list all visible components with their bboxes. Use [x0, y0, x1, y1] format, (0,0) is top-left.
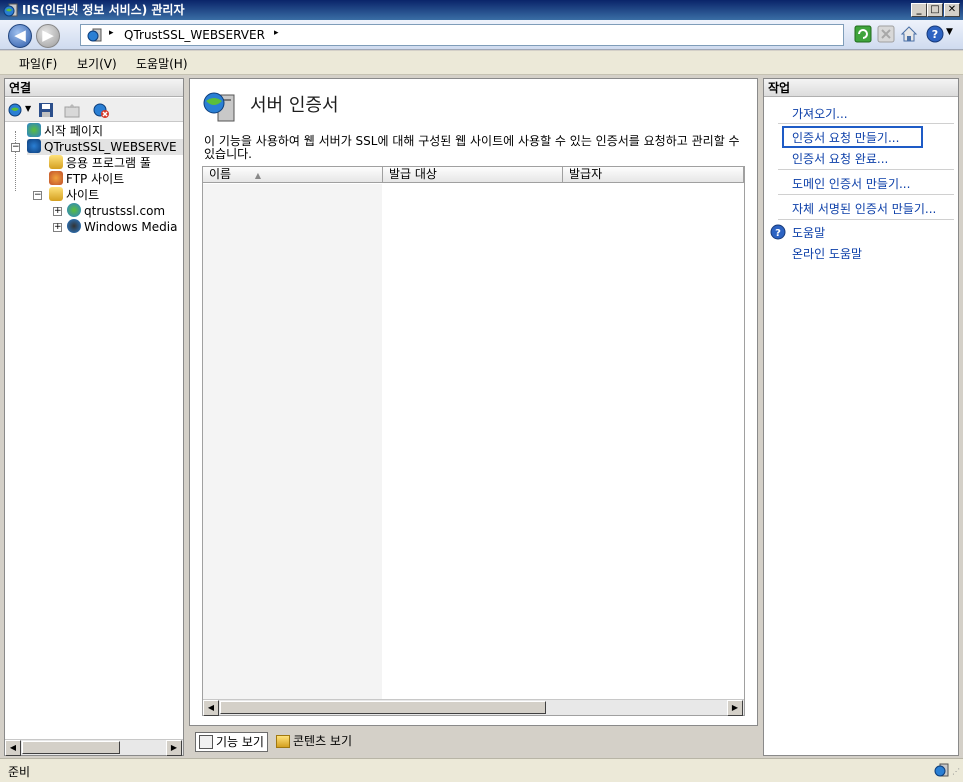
tree-collapse-sites-icon[interactable]: − — [33, 191, 42, 200]
tree-expand-qtrustssl-icon[interactable]: + — [53, 207, 62, 216]
action-help[interactable]: 도움말 — [792, 224, 825, 241]
table-scroll-left-icon[interactable]: ◀ — [203, 700, 219, 716]
menu-help[interactable]: 도움말(H) — [136, 55, 188, 72]
server-icon — [27, 139, 41, 153]
server-status-icon — [934, 763, 949, 777]
sort-ascending-icon: ▲ — [254, 171, 262, 180]
address-path-item[interactable]: QTrustSSL_WEBSERVER — [124, 28, 265, 42]
tree-item-ftp-sites[interactable]: FTP 사이트 — [49, 171, 124, 187]
column-header-name[interactable]: 이름 ▲ — [203, 167, 383, 183]
action-create-self-signed-certificate[interactable]: 자체 서명된 인증서 만들기... — [792, 200, 936, 217]
menu-bar: 파일(F) 보기(V) 도움말(H) — [0, 51, 963, 75]
connections-toolbar: ▼ — [5, 98, 183, 122]
content-view-icon — [276, 735, 290, 748]
action-create-certificate-request[interactable]: 인증서 요청 만들기... — [792, 129, 899, 146]
path-separator-icon: ▸ — [109, 28, 114, 38]
close-button[interactable]: ✕ — [944, 3, 960, 17]
scroll-left-icon[interactable]: ◀ — [5, 740, 21, 756]
app-pool-icon — [49, 155, 63, 169]
window-title-bar[interactable]: IIS(인터넷 정보 서비스) 관리자 — [0, 0, 963, 20]
refresh-icon[interactable] — [854, 25, 872, 43]
navigation-bar: ◀ ▶ ▸ QTrustSSL_WEBSERVER ▸ ? ▼ — [0, 20, 963, 50]
menu-view[interactable]: 보기(V) — [77, 55, 117, 72]
connections-panel: 연결 ▼ 시작 페이지 − QTrustSSL_WEBSERVE 응용 프로그램… — [4, 78, 184, 756]
tab-features-view[interactable]: 기능 보기 — [195, 732, 268, 752]
table-hscrollbar[interactable]: ◀ ▶ — [203, 699, 744, 716]
website-globe-icon — [67, 203, 81, 217]
page-title: 서버 인증서 — [250, 95, 339, 116]
start-page-icon — [27, 123, 41, 137]
action-online-help[interactable]: 온라인 도움말 — [792, 245, 862, 262]
help-icon: ? — [770, 224, 786, 240]
tree-item-app-pools[interactable]: 응용 프로그램 풀 — [49, 155, 151, 171]
feature-panel: 서버 인증서 이 기능을 사용하여 웹 서버가 SSL에 대해 구성된 웹 사이… — [189, 78, 758, 726]
column-header-issued-by[interactable]: 발급자 — [563, 167, 744, 183]
tree-item-start-page[interactable]: 시작 페이지 — [27, 123, 103, 139]
status-text: 준비 — [8, 765, 31, 779]
connect-globe-icon[interactable] — [8, 102, 24, 118]
help-dropdown-icon[interactable]: ▼ — [946, 27, 953, 37]
action-separator — [778, 194, 954, 195]
action-complete-certificate-request[interactable]: 인증서 요청 완료... — [792, 150, 888, 167]
svg-text:?: ? — [775, 228, 781, 239]
path-chevron-icon[interactable]: ▸ — [274, 28, 279, 38]
minimize-button[interactable]: _ — [911, 3, 927, 17]
svg-text:?: ? — [932, 28, 938, 41]
status-bar: 준비 ⋰ — [0, 758, 963, 782]
server-certificates-icon — [203, 92, 235, 122]
server-icon — [87, 28, 102, 42]
stop-icon[interactable] — [877, 25, 895, 43]
connections-hscrollbar[interactable]: ◀ ▶ — [5, 739, 183, 756]
certificates-table: 이름 ▲ 발급 대상 발급자 ◀ ▶ — [202, 166, 745, 716]
action-separator — [778, 123, 954, 124]
disconnect-icon[interactable] — [93, 102, 109, 118]
tree-item-sites[interactable]: 사이트 — [49, 187, 99, 203]
name-column-body — [203, 184, 382, 699]
table-scroll-thumb[interactable] — [220, 701, 546, 714]
save-icon[interactable] — [38, 102, 54, 118]
iis-manager-icon — [3, 3, 18, 17]
action-separator — [778, 169, 954, 170]
resize-grip-icon[interactable]: ⋰ — [952, 767, 960, 776]
website-stopped-icon — [67, 219, 81, 233]
ftp-site-icon — [49, 171, 63, 185]
back-button[interactable]: ◀ — [8, 24, 32, 48]
tab-content-view[interactable]: 콘텐츠 보기 — [273, 732, 355, 752]
tree-item-site-qtrustssl[interactable]: qtrustssl.com — [67, 203, 165, 219]
maximize-button[interactable]: □ — [927, 3, 943, 17]
menu-file[interactable]: 파일(F) — [19, 55, 57, 72]
up-level-icon[interactable] — [64, 102, 80, 118]
features-view-icon — [199, 735, 213, 749]
address-box[interactable]: ▸ QTrustSSL_WEBSERVER ▸ — [80, 24, 844, 46]
window-title: IIS(인터넷 정보 서비스) 관리자 — [22, 3, 185, 17]
actions-header: 작업 — [764, 79, 958, 97]
tree-expand-windows-media-icon[interactable]: + — [53, 223, 62, 232]
table-scroll-right-icon[interactable]: ▶ — [727, 700, 743, 716]
tree-item-server[interactable]: QTrustSSL_WEBSERVE — [27, 139, 183, 155]
sites-folder-icon — [49, 187, 63, 201]
view-tabs: 기능 보기 콘텐츠 보기 — [189, 730, 758, 754]
scroll-right-icon[interactable]: ▶ — [166, 740, 182, 756]
help-icon[interactable]: ? — [926, 25, 944, 43]
actions-panel: 작업 가져오기... 인증서 요청 만들기... 인증서 요청 완료... 도메… — [763, 78, 959, 756]
connect-dropdown-icon[interactable]: ▼ — [25, 104, 31, 113]
tree-item-site-windows-media[interactable]: Windows Media — [67, 219, 177, 235]
home-icon[interactable] — [900, 25, 918, 43]
tree-collapse-server-icon[interactable]: − — [11, 143, 20, 152]
action-separator — [778, 219, 954, 220]
scroll-thumb[interactable] — [22, 741, 120, 754]
feature-description: 이 기능을 사용하여 웹 서버가 SSL에 대해 구성된 웹 사이트에 사용할 … — [204, 134, 740, 161]
tree-line — [15, 131, 16, 191]
action-create-domain-certificate[interactable]: 도메인 인증서 만들기... — [792, 175, 910, 192]
action-import[interactable]: 가져오기... — [792, 105, 848, 122]
column-header-issued-to[interactable]: 발급 대상 — [383, 167, 563, 183]
forward-button[interactable]: ▶ — [36, 24, 60, 48]
connections-header: 연결 — [5, 79, 183, 97]
